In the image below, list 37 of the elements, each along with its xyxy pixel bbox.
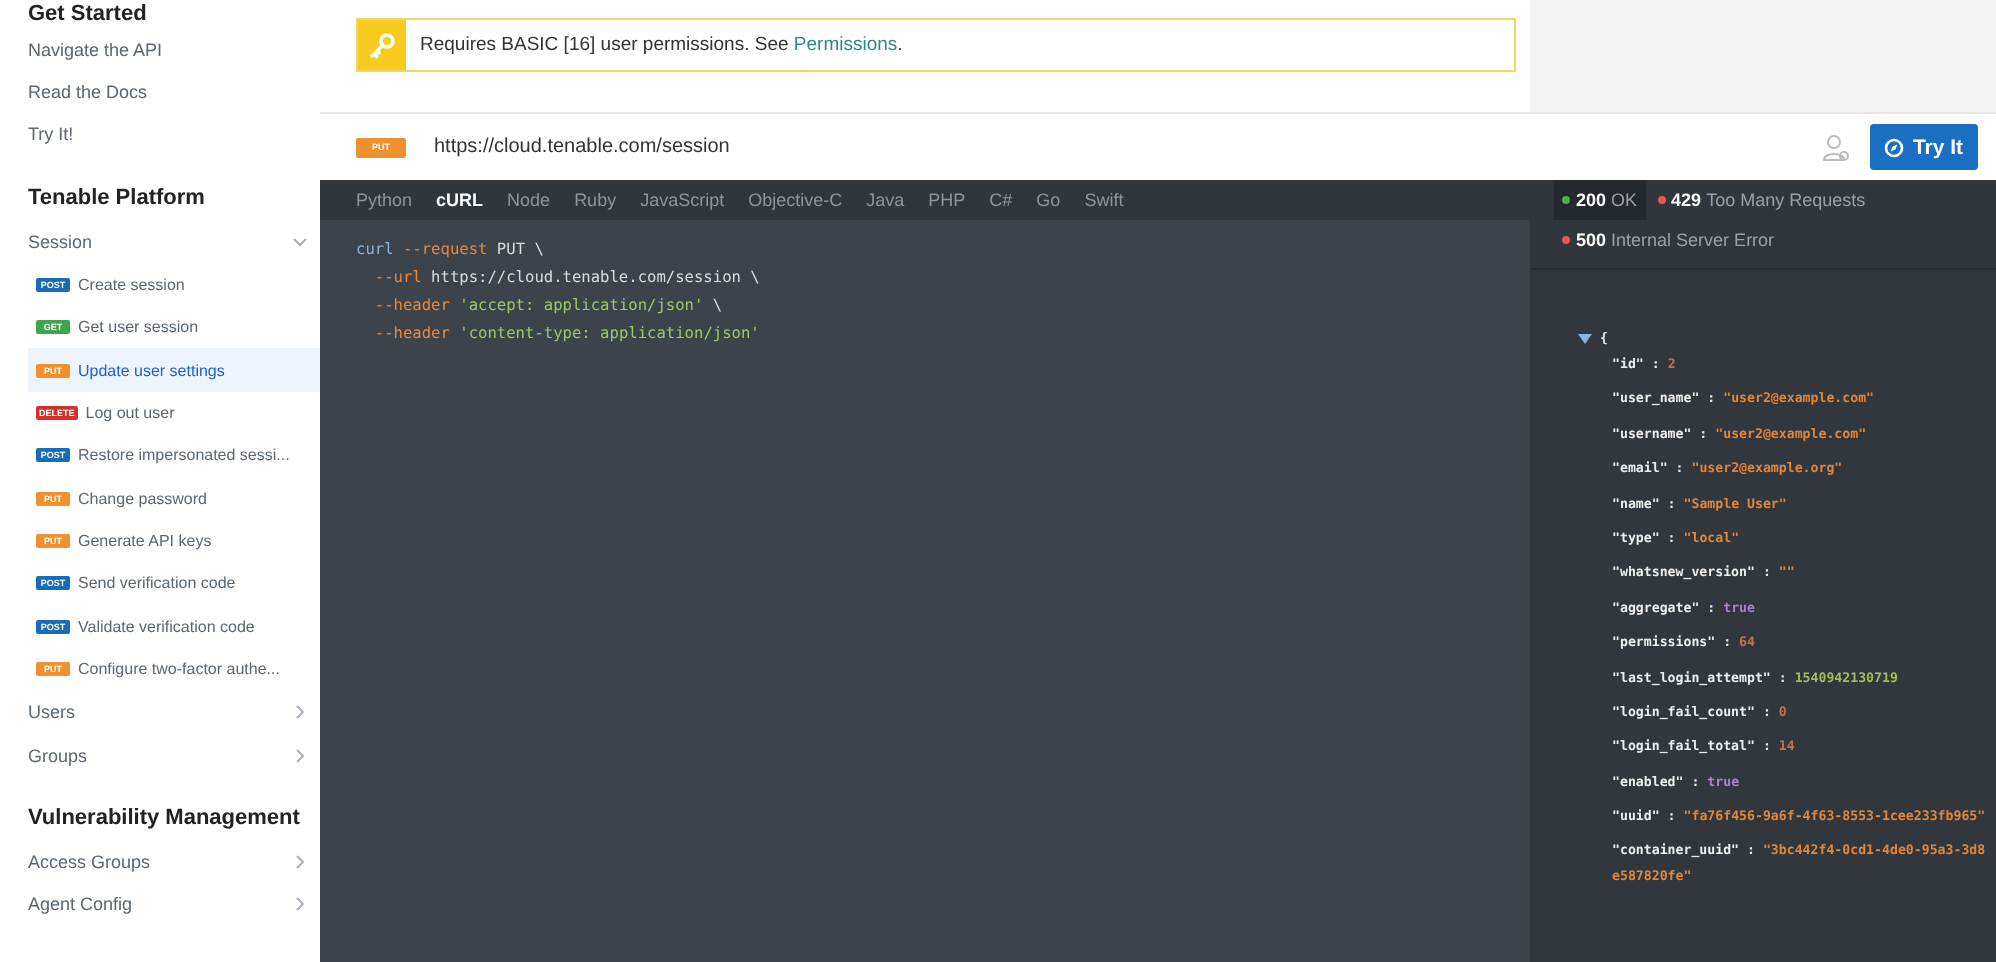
nav-item[interactable]: Groups	[28, 733, 320, 777]
chevron-icon	[292, 704, 308, 721]
language-tab[interactable]: Python	[356, 190, 413, 210]
language-tab[interactable]: cURL	[436, 190, 484, 210]
collapse-caret-icon[interactable]	[1578, 333, 1592, 343]
language-tab[interactable]: Java	[866, 190, 905, 210]
nav-item[interactable]: Try It!	[28, 113, 320, 157]
permissions-link[interactable]: Permissions	[793, 34, 898, 56]
try-it-button[interactable]: Try It	[1870, 124, 1978, 170]
language-tab[interactable]: Objective-C	[748, 190, 843, 210]
nav-item[interactable]: Read the Docs	[28, 70, 320, 114]
nav-item[interactable]: Agent Config	[28, 883, 320, 927]
chevron-icon	[292, 853, 308, 870]
language-tab[interactable]: PHP	[928, 190, 966, 210]
language-tab[interactable]: Go	[1036, 190, 1061, 210]
response-status-tab[interactable]: 200 OK	[1554, 180, 1646, 220]
notice-text: Requires BASIC [16] user permissions. See Permissions.	[418, 34, 903, 56]
language-tab[interactable]: Ruby	[574, 190, 617, 210]
language-tab[interactable]: Swift	[1084, 190, 1124, 210]
section-heading: Tenable Platform	[28, 184, 207, 215]
section-heading: Get Started	[28, 0, 149, 28]
nav-item[interactable]: Navigate the API	[28, 28, 320, 71]
response-status-tab[interactable]: 429 Too Many Requests	[1649, 180, 1874, 220]
response-status-tab[interactable]: 500 Internal Server Error	[1554, 220, 1783, 260]
language-tab[interactable]: Node	[507, 190, 551, 210]
chevron-icon	[292, 233, 308, 250]
language-tab[interactable]: C#	[989, 190, 1013, 210]
nav-item[interactable]: Users	[28, 690, 320, 734]
chevron-icon	[292, 747, 308, 764]
language-tab[interactable]: JavaScript	[640, 190, 725, 210]
section-heading: Vulnerability Management	[28, 804, 302, 835]
nav-item[interactable]: Access Groups	[28, 840, 320, 884]
endpoint-url: https://cloud.tenable.com/session	[434, 136, 730, 158]
key-icon	[366, 29, 398, 61]
chevron-icon	[292, 896, 308, 913]
compass-icon	[1884, 137, 1905, 157]
nav-item[interactable]: Session	[28, 220, 320, 264]
